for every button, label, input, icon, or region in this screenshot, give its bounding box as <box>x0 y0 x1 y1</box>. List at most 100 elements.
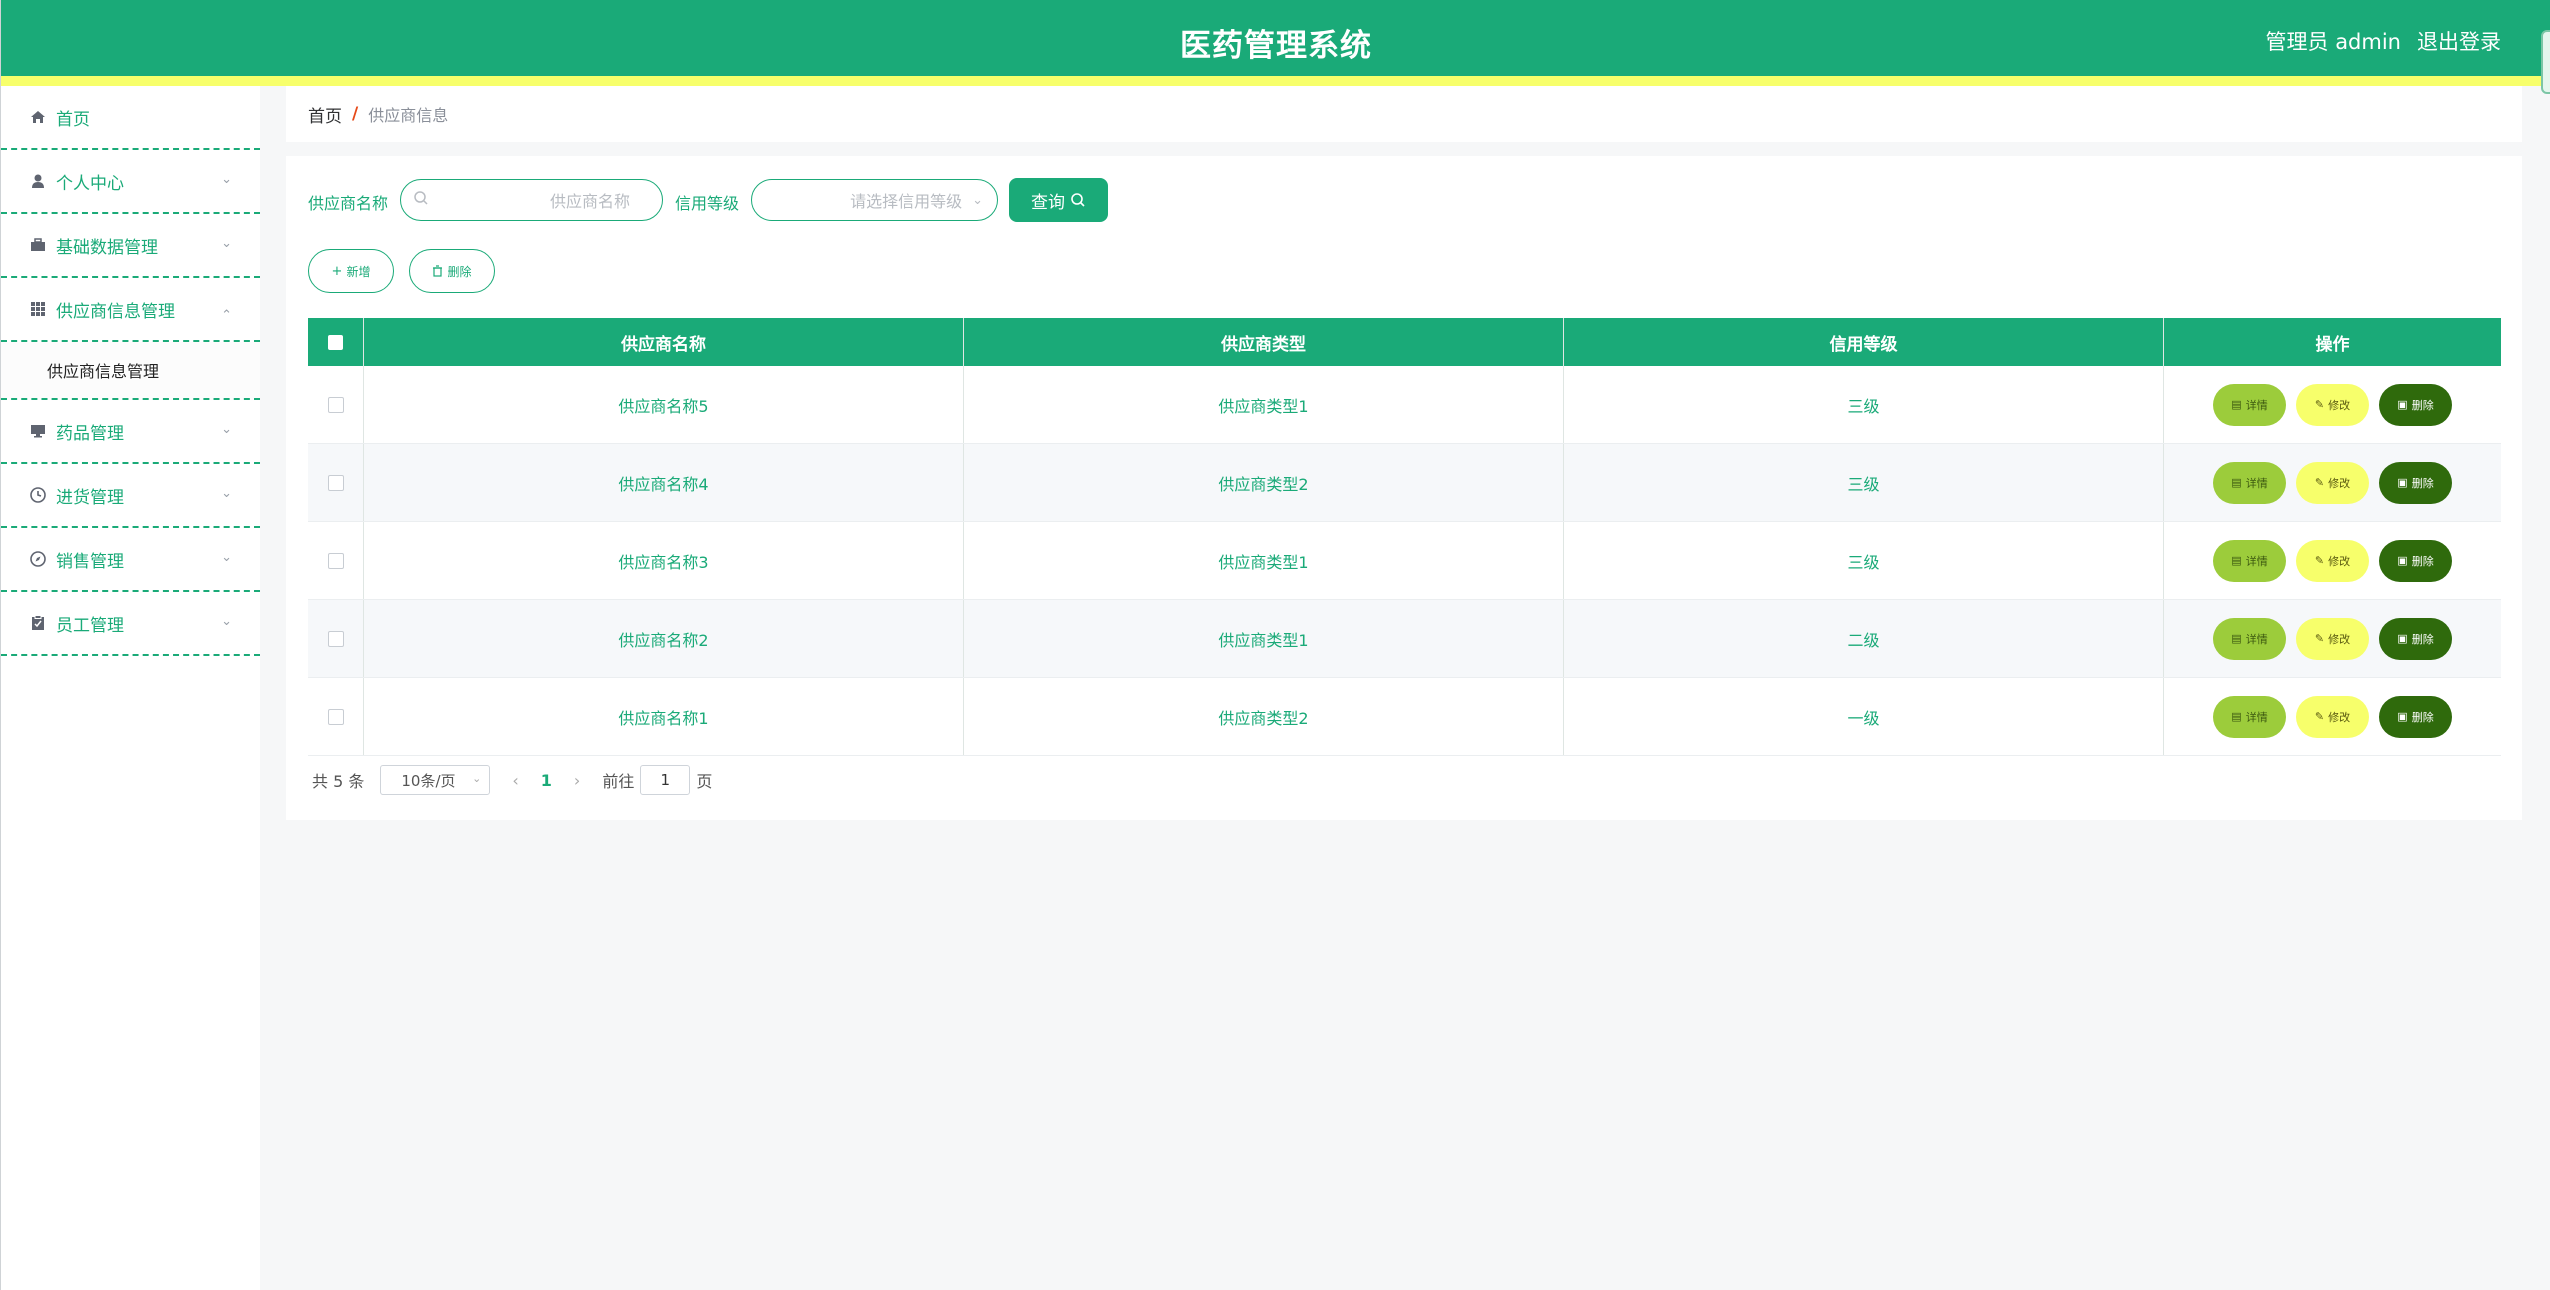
page-size-value: 10条/页 <box>401 771 456 790</box>
batch-delete-button[interactable]: 删除 <box>409 249 495 293</box>
page-size-select[interactable]: 10条/页 ⌄ <box>380 765 491 795</box>
row-checkbox[interactable] <box>327 630 344 647</box>
next-page-icon[interactable]: › <box>574 771 580 790</box>
supplier-name-input[interactable]: 供应商名称 <box>400 179 663 221</box>
sidebar-item-home[interactable]: 首页 <box>1 86 260 150</box>
credit-level-cell: 二级 <box>1564 600 2164 677</box>
row-checkbox[interactable] <box>327 396 344 413</box>
row-select-cell <box>308 522 364 599</box>
select-all-checkbox[interactable] <box>328 334 343 350</box>
chevron-down-icon: ⌄ <box>221 422 232 437</box>
sidebar-item-label: 个人中心 <box>56 173 124 194</box>
delete-button[interactable]: ▣ 删除 <box>2379 695 2452 738</box>
sidebar-item-sales[interactable]: 销售管理 ⌄ <box>1 528 260 592</box>
add-button-label: 新增 <box>346 264 371 279</box>
trash-icon: ▣ <box>2397 632 2408 645</box>
query-button[interactable]: 查询 <box>1009 178 1108 222</box>
edit-button[interactable]: ✎ 修改 <box>2296 539 2369 582</box>
detail-button[interactable]: ▤ 详情 <box>2213 539 2286 582</box>
sidebar-item-drugs[interactable]: 药品管理 ⌄ <box>1 400 260 464</box>
edge-tab[interactable] <box>2541 30 2550 94</box>
edit-button[interactable]: ✎ 修改 <box>2296 617 2369 660</box>
sidebar-subitem-label: 供应商信息管理 <box>47 362 160 381</box>
home-icon <box>29 108 47 126</box>
pencil-icon: ✎ <box>2314 554 2325 567</box>
pencil-icon: ✎ <box>2314 632 2325 645</box>
detail-label: 详情 <box>2245 398 2268 412</box>
briefcase-icon <box>29 236 47 254</box>
document-icon: ▤ <box>2231 476 2242 489</box>
credit-level-cell: 三级 <box>1564 522 2164 599</box>
detail-label: 详情 <box>2245 632 2268 646</box>
breadcrumb-home[interactable]: 首页 <box>308 102 342 127</box>
trash-icon: ▣ <box>2397 554 2408 567</box>
sidebar-item-label: 员工管理 <box>56 615 124 636</box>
sidebar-item-purchase[interactable]: 进货管理 ⌄ <box>1 464 260 528</box>
goto-suffix: 页 <box>696 772 713 791</box>
sidebar-item-supplier[interactable]: 供应商信息管理 ⌃ <box>1 278 260 342</box>
sidebar-item-staff[interactable]: 员工管理 ⌄ <box>1 592 260 656</box>
credit-level-select[interactable]: 请选择信用等级 ⌄ <box>751 179 998 221</box>
delete-label: 删除 <box>2411 398 2434 412</box>
sidebar-item-basic-data[interactable]: 基础数据管理 ⌄ <box>1 214 260 278</box>
chevron-down-icon: ⌄ <box>972 192 983 208</box>
chevron-down-icon: ⌄ <box>221 236 232 251</box>
user-label: 管理员 admin <box>2265 30 2401 54</box>
detail-button[interactable]: ▤ 详情 <box>2213 617 2286 660</box>
supplier-type-cell: 供应商类型1 <box>964 600 1564 677</box>
chevron-down-icon: ⌄ <box>221 172 232 187</box>
credit-level-placeholder: 请选择信用等级 <box>850 192 963 211</box>
goto-page-input[interactable]: 1 <box>640 765 691 795</box>
edit-label: 修改 <box>2328 632 2351 646</box>
row-actions-cell: ▤ 详情 ✎ 修改 ▣ 删除 <box>2164 678 2501 755</box>
row-actions-cell: ▤ 详情 ✎ 修改 ▣ 删除 <box>2164 444 2501 521</box>
clipboard-icon <box>29 614 47 632</box>
detail-label: 详情 <box>2245 554 2268 568</box>
column-header: 信用等级 <box>1564 318 2164 366</box>
add-button[interactable]: + 新增 <box>308 249 394 293</box>
delete-button[interactable]: ▣ 删除 <box>2379 539 2452 582</box>
app-title: 医药管理系统 <box>1180 28 1372 64</box>
supplier-type-cell: 供应商类型2 <box>964 444 1564 521</box>
delete-label: 删除 <box>2411 554 2434 568</box>
delete-button[interactable]: ▣ 删除 <box>2379 383 2452 426</box>
sidebar-item-profile[interactable]: 个人中心 ⌄ <box>1 150 260 214</box>
detail-button[interactable]: ▤ 详情 <box>2213 383 2286 426</box>
supplier-name-cell: 供应商名称1 <box>364 678 964 755</box>
delete-button[interactable]: ▣ 删除 <box>2379 617 2452 660</box>
sidebar-subitem-supplier-info[interactable]: 供应商信息管理 <box>1 342 260 400</box>
prev-page-icon[interactable]: ‹ <box>512 771 518 790</box>
goto-page-value: 1 <box>660 771 671 789</box>
trash-icon: ▣ <box>2397 476 2408 489</box>
plus-icon: + <box>331 263 343 279</box>
row-checkbox[interactable] <box>327 708 344 725</box>
detail-button[interactable]: ▤ 详情 <box>2213 461 2286 504</box>
search-icon <box>413 190 429 210</box>
chevron-down-icon: ⌄ <box>472 772 482 785</box>
logout-link[interactable]: 退出登录 <box>2417 26 2501 56</box>
chevron-down-icon: ⌄ <box>221 550 232 565</box>
row-select-cell <box>308 444 364 521</box>
row-checkbox[interactable] <box>327 552 344 569</box>
current-page[interactable]: 1 <box>541 771 552 790</box>
supplier-type-cell: 供应商类型1 <box>964 366 1564 443</box>
row-checkbox[interactable] <box>327 474 344 491</box>
chevron-up-icon: ⌃ <box>221 308 232 323</box>
sidebar-item-label: 销售管理 <box>56 551 124 572</box>
edit-button[interactable]: ✎ 修改 <box>2296 383 2369 426</box>
document-icon: ▤ <box>2231 710 2242 723</box>
edit-button[interactable]: ✎ 修改 <box>2296 695 2369 738</box>
breadcrumb-separator: / <box>352 104 359 124</box>
main-content: 首页 / 供应商信息 供应商名称 供应商名称 信用等级 请选择信用等级 ⌄ 查询… <box>286 86 2522 820</box>
edit-button[interactable]: ✎ 修改 <box>2296 461 2369 504</box>
supplier-name-placeholder: 供应商名称 <box>549 192 630 211</box>
detail-button[interactable]: ▤ 详情 <box>2213 695 2286 738</box>
sidebar-item-label: 基础数据管理 <box>56 237 158 258</box>
clock-icon <box>29 486 47 504</box>
delete-button[interactable]: ▣ 删除 <box>2379 461 2452 504</box>
table-row: 供应商名称1 供应商类型2 一级 ▤ 详情 ✎ 修改 ▣ 删除 <box>308 678 2501 756</box>
trash-icon: ▣ <box>2397 710 2408 723</box>
supplier-name-cell: 供应商名称5 <box>364 366 964 443</box>
table-row: 供应商名称5 供应商类型1 三级 ▤ 详情 ✎ 修改 ▣ 删除 <box>308 366 2501 444</box>
delete-label: 删除 <box>2411 476 2434 490</box>
